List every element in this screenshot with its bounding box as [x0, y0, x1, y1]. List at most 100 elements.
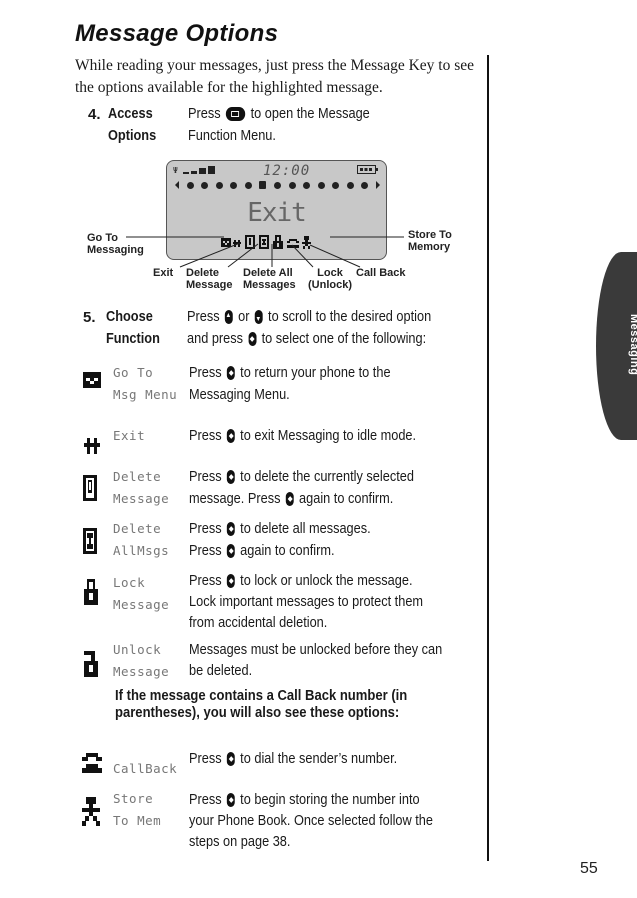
desc-text: to return your phone to the: [240, 365, 391, 381]
select-key-icon: [226, 522, 235, 537]
option-desc: from accidental deletion.: [189, 615, 328, 631]
option-desc: Press again to confirm.: [189, 540, 335, 562]
desc-text: Press: [189, 792, 222, 808]
option-desc: steps on page 38.: [189, 834, 291, 850]
callout-exit: Exit: [153, 267, 174, 279]
callout-text: Store To: [408, 229, 452, 241]
callback-note: If the message contains a Call Back numb…: [115, 688, 407, 722]
callout-text: Lock: [317, 267, 343, 279]
select-key-icon: [248, 332, 257, 347]
unlock-icon: [84, 651, 98, 677]
option-lcd-line1: Delete: [113, 469, 162, 484]
option-lcd-line2: To Mem: [113, 813, 162, 828]
callout-delete-message: Delete Message: [186, 267, 232, 291]
section-tab-label: Messaging: [628, 314, 637, 376]
option-desc: Press to dial the sender’s number.: [189, 748, 397, 770]
select-key-icon: [226, 366, 235, 381]
option-desc: be deleted.: [189, 663, 253, 679]
option-lcd-line1: Unlock: [113, 642, 162, 657]
option-desc: message. Press again to confirm.: [189, 488, 393, 510]
callout-text: Message: [186, 279, 233, 291]
step-5-number: 5.: [83, 309, 96, 326]
desc-text: Press: [189, 573, 222, 589]
desc-text: again to confirm.: [240, 543, 335, 559]
desc-text: to exit Messaging to idle mode.: [240, 428, 417, 444]
select-key-icon: [226, 544, 235, 559]
select-key-icon: [285, 492, 294, 507]
option-lcd-line2: Message: [113, 664, 170, 679]
step-5-text-2: and press to select one of the following…: [187, 328, 426, 350]
desc-text: Press: [189, 751, 222, 767]
desc-text: message. Press: [189, 491, 281, 507]
select-key-icon: [226, 470, 235, 485]
select-key-icon: [226, 752, 235, 767]
store-to-memory-icon: [82, 797, 100, 826]
option-desc: your Phone Book. Once selected follow th…: [189, 813, 434, 829]
desc-text: to delete the currently selected: [240, 469, 414, 485]
option-desc: Press to return your phone to the: [189, 362, 391, 384]
option-lcd-line2: Msg Menu: [113, 387, 178, 402]
select-key-icon: [226, 793, 235, 808]
step-5-and-press: and press: [187, 331, 244, 347]
option-lcd-line2: AllMsgs: [113, 543, 170, 558]
desc-text: again to confirm.: [299, 491, 394, 507]
callout-text: Go To: [87, 232, 118, 244]
option-lcd-line1: Exit: [113, 428, 146, 443]
option-desc: Messages must be unlocked before they ca…: [189, 642, 443, 658]
option-desc: Press to begin storing the number into: [189, 789, 420, 811]
callout-text: Messaging: [87, 244, 144, 256]
callout-text: Delete All: [243, 267, 293, 279]
step-5-scroll-text: to scroll to the desired option: [268, 309, 432, 325]
step-5-label-2: Function: [106, 331, 160, 347]
callout-delete-all: Delete All Messages: [243, 267, 296, 291]
option-desc: Press to lock or unlock the message.: [189, 570, 413, 592]
scroll-up-key-icon: [224, 310, 233, 325]
note-line: If the message contains a Call Back numb…: [115, 688, 408, 704]
option-lcd-line2: Message: [113, 491, 170, 506]
option-desc: Press to delete the currently selected: [189, 466, 414, 488]
desc-text: Press: [189, 521, 222, 537]
delete-all-icon: [83, 528, 97, 554]
go-to-messaging-icon: [83, 372, 101, 388]
callout-store-to-memory: Store To Memory: [408, 229, 452, 253]
scroll-down-key-icon: [254, 310, 263, 325]
step-5-press: Press: [187, 309, 220, 325]
desc-text: Press: [189, 469, 222, 485]
callout-text: (Unlock): [308, 279, 352, 291]
option-lcd-line2: CallBack: [113, 761, 178, 776]
callout-line-lock: [291, 244, 314, 268]
option-desc: Press to exit Messaging to idle mode.: [189, 425, 416, 447]
select-key-icon: [226, 574, 235, 589]
desc-text: Press: [189, 428, 222, 444]
desc-text: to delete all messages.: [240, 521, 371, 537]
delete-message-icon: [83, 475, 97, 501]
callout-call-back: Call Back: [356, 267, 406, 279]
option-desc: Press to delete all messages.: [189, 518, 371, 540]
option-lcd-line1: Go To: [113, 365, 154, 380]
callout-text: Delete: [186, 267, 220, 279]
desc-text: to begin storing the number into: [240, 792, 420, 808]
call-back-icon: [82, 753, 102, 773]
step-5-text-1: Press or to scroll to the desired option: [187, 306, 431, 328]
option-lcd-line1: Lock: [113, 575, 146, 590]
callout-text: Memory: [408, 241, 451, 253]
desc-text: to dial the sender’s number.: [240, 751, 398, 767]
lock-icon: [84, 579, 98, 605]
select-key-icon: [226, 429, 235, 444]
option-lcd-line1: Delete: [113, 521, 162, 536]
desc-text: Press: [189, 365, 222, 381]
callout-line-call-back: [309, 244, 361, 268]
callout-line-exit: [179, 242, 241, 268]
desc-text: Press: [189, 543, 222, 559]
step-5-or: or: [238, 309, 250, 325]
callout-go-to-messaging: Go To Messaging: [87, 232, 144, 256]
callout-text: Messages: [243, 279, 296, 291]
page-number: 55: [580, 860, 598, 877]
option-lcd-line2: Message: [113, 597, 170, 612]
option-desc: Messaging Menu.: [189, 387, 290, 403]
option-lcd-line1: Store: [113, 791, 154, 806]
callout-line-delete: [227, 243, 259, 268]
note-line: parentheses), you will also see these op…: [115, 705, 400, 721]
option-desc: Lock important messages to protect them: [189, 594, 424, 610]
desc-text: to lock or unlock the message.: [240, 573, 413, 589]
